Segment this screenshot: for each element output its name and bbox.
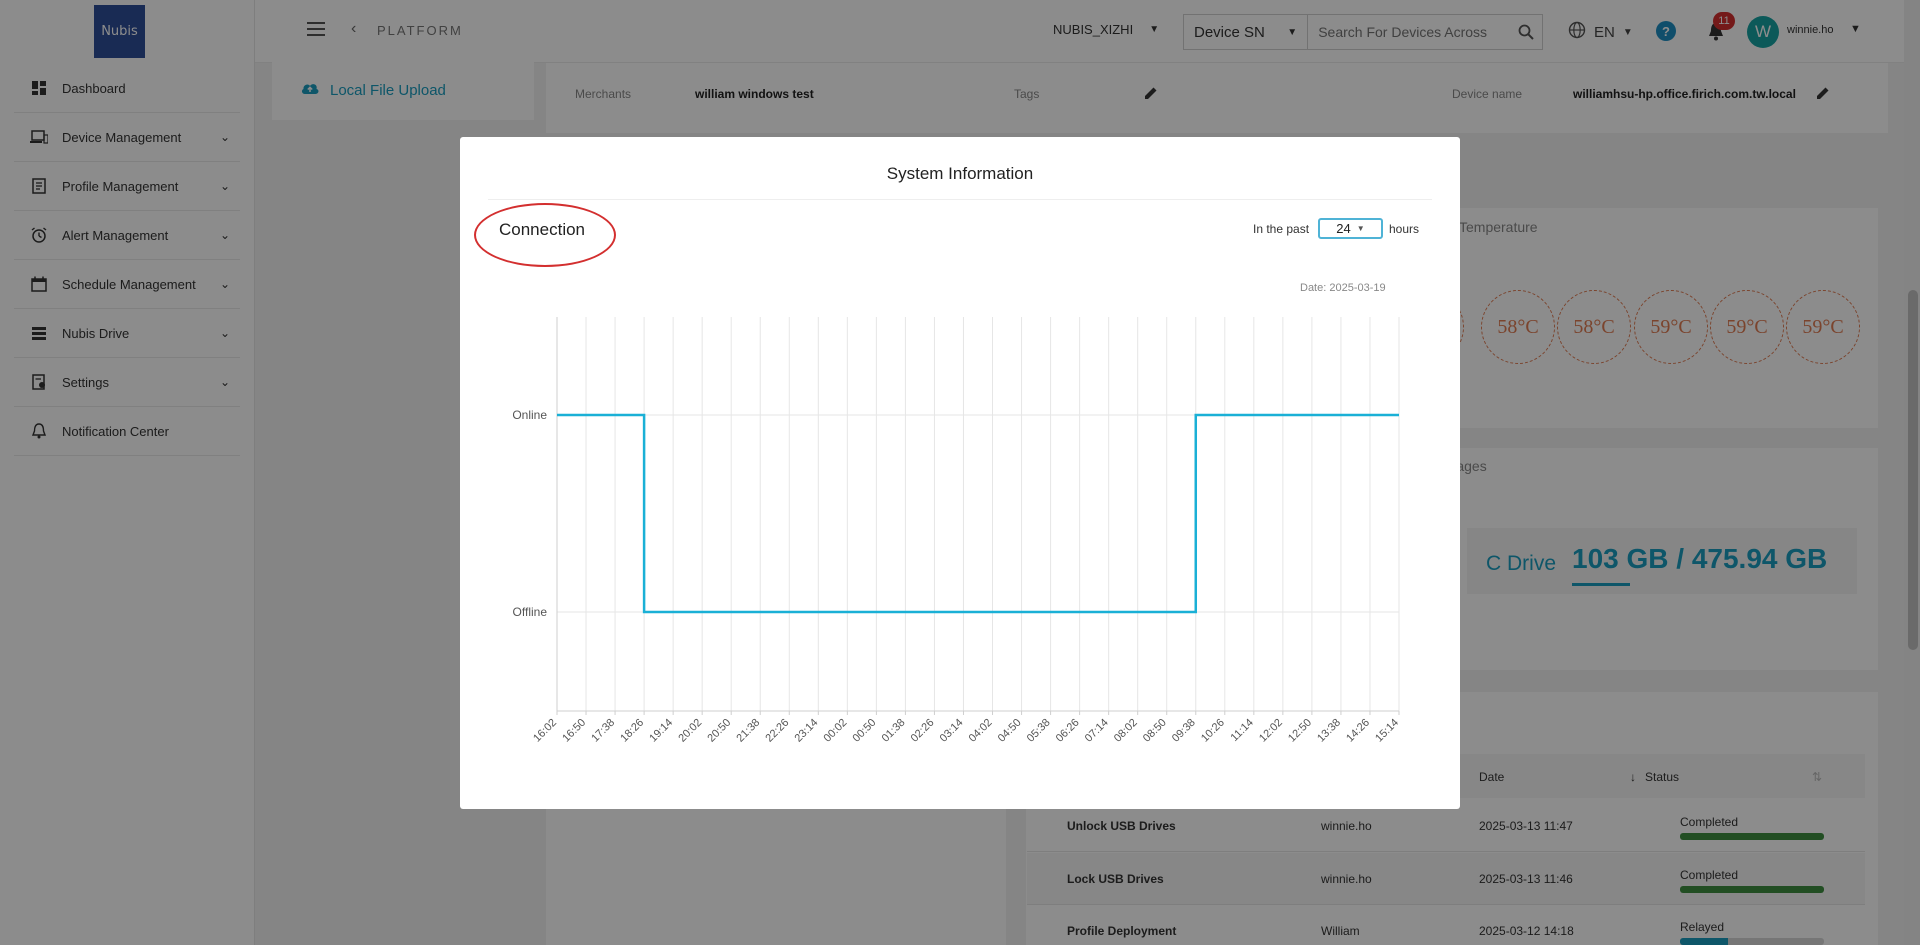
y-tick-label: Online	[512, 408, 547, 422]
x-tick-label: 15:14	[1373, 717, 1401, 745]
connection-chart: OfflineOnline16:02 16:50 17:38 18:26 19:14 20…	[512, 317, 1401, 745]
x-tick-label: 20:50	[705, 717, 733, 745]
x-tick-label: 21:38	[734, 717, 762, 745]
x-tick-label: 02:26	[909, 717, 937, 745]
x-tick-label: 11:14	[1229, 717, 1256, 744]
system-information-modal: System Information Connection In the pas…	[460, 137, 1460, 809]
x-tick-label: 20:02	[676, 717, 704, 745]
x-tick-label: 05:38	[1025, 717, 1053, 745]
x-tick-label: 04:02	[967, 717, 995, 745]
x-tick-label: 00:02	[822, 717, 850, 745]
y-tick-label: Offline	[513, 605, 548, 619]
connection-series-line	[557, 413, 1399, 614]
x-tick-label: 00:50	[851, 717, 879, 745]
x-tick-label: 08:50	[1141, 717, 1169, 745]
x-tick-label: 13:38	[1315, 717, 1343, 745]
x-tick-label: 01:38	[880, 717, 908, 745]
x-tick-label: 10:26	[1199, 717, 1227, 745]
x-tick-label: 19:14	[647, 717, 675, 745]
x-tick-label: 22:26	[763, 717, 791, 745]
x-tick-label: 03:14	[938, 717, 966, 745]
x-tick-label: 17:38	[589, 717, 617, 745]
x-tick-label: 07:14	[1083, 717, 1111, 745]
x-tick-label: 14:26	[1344, 717, 1372, 745]
x-tick-label: 12:50	[1286, 717, 1314, 745]
x-tick-label: 23:14	[792, 717, 820, 745]
x-tick-label: 18:26	[618, 717, 646, 745]
x-tick-label: 04:50	[996, 717, 1024, 745]
x-tick-label: 12:02	[1257, 717, 1285, 745]
x-tick-label: 09:38	[1170, 717, 1198, 745]
x-tick-label: 16:02	[531, 717, 559, 745]
x-tick-label: 08:02	[1112, 717, 1140, 745]
x-tick-label: 16:50	[560, 717, 588, 745]
x-tick-label: 06:26	[1054, 717, 1082, 745]
